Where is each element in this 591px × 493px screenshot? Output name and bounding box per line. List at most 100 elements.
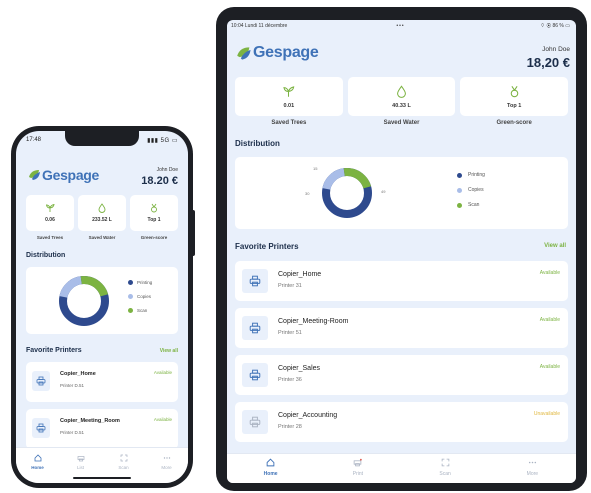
metric-card-water[interactable]: 233.52 L <box>78 195 126 231</box>
legend-label: Printing <box>468 172 485 178</box>
chart-label-printing: 49 <box>381 189 386 194</box>
tab-more[interactable]: More <box>145 448 188 483</box>
printer-name: Copier_Accounting <box>278 412 338 419</box>
tab-label: Home <box>31 465 44 470</box>
metric-labels: Saved Trees Saved Water Green-score <box>26 235 178 240</box>
printer-icon-box <box>242 269 268 293</box>
tab-label: Home <box>263 471 278 477</box>
tab-scan[interactable]: Scan <box>402 454 489 483</box>
tab-label: Scan <box>439 471 451 477</box>
printer-icon-box <box>242 410 268 434</box>
view-all-link[interactable]: View all <box>160 348 178 354</box>
phone-device: 17:48 ▮▮▮ 5G ▭ Gespage John Doe 18.20 € … <box>11 126 193 488</box>
user-balance: John Doe 18.20 € <box>141 167 178 187</box>
brand-name: Gespage <box>42 167 100 183</box>
view-all-link[interactable]: View all <box>544 243 566 249</box>
metric-value: 0.06 <box>45 217 55 223</box>
legend-dot <box>128 308 133 313</box>
metric-value: 0.01 <box>283 102 295 109</box>
printer-card[interactable]: Copier_Home Printer D.51 Available <box>26 362 178 402</box>
metric-label: Saved Water <box>88 235 116 240</box>
printer-icon <box>249 416 261 428</box>
printer-card[interactable]: Copier_Meeting_Room Printer D.51 Availab… <box>26 409 178 449</box>
metric-value: Top 1 <box>507 102 522 109</box>
printer-icon <box>36 423 46 433</box>
distribution-title: Distribution <box>26 252 66 259</box>
printer-card[interactable]: Copier_Sales Printer 36 Available <box>235 355 568 395</box>
metric-labels: Saved Trees Saved Water Green-score <box>235 120 568 126</box>
legend-label: Scan <box>137 308 148 313</box>
phone-side-button <box>192 210 195 256</box>
gespage-leaf-icon <box>237 46 251 60</box>
balance-amount: 18,20 € <box>526 55 570 70</box>
home-icon <box>34 454 41 462</box>
printer-icon-box <box>32 418 50 438</box>
printer-status: Available <box>153 417 172 422</box>
printer-icon-box <box>32 371 50 391</box>
printer-icon <box>249 369 261 381</box>
home-indicator <box>73 477 131 479</box>
tab-label: More <box>526 471 539 477</box>
printer-card[interactable]: Copier_Meeting-Room Printer 51 Available <box>235 308 568 348</box>
gespage-logo: Gespage <box>28 167 99 183</box>
legend-dot <box>457 172 462 178</box>
home-icon <box>266 458 275 467</box>
distribution-title: Distribution <box>235 139 280 148</box>
metric-card-trees[interactable]: 0.06 <box>26 195 74 231</box>
balance-amount: 18.20 € <box>141 175 178 187</box>
legend-printing: Printing <box>128 280 152 285</box>
distribution-card: Printing Copies Scan <box>26 267 178 334</box>
status-signal: ▮▮▮ 5G ▭ <box>147 138 178 144</box>
phone-screen: 17:48 ▮▮▮ 5G ▭ Gespage John Doe 18.20 € … <box>16 131 188 483</box>
metric-label: Saved Water <box>383 120 420 126</box>
sprout-icon <box>283 85 295 97</box>
printer-icon <box>77 456 84 462</box>
chart-label-scan: 15 <box>313 166 318 171</box>
metric-value: 40.33 L <box>392 102 411 109</box>
metric-label: Green-score <box>140 235 168 240</box>
water-drop-icon <box>98 203 106 213</box>
legend-copies: Copies <box>457 187 485 193</box>
status-time: 17:48 <box>26 137 42 143</box>
status-battery: ⌔ ◉ 86 % ▭ <box>540 23 570 29</box>
tab-print[interactable]: Print <box>314 454 401 483</box>
metric-card-water[interactable]: 40.33 L <box>347 77 456 116</box>
printer-id: Printer D.51 <box>60 430 85 435</box>
tab-label: Print <box>352 471 364 477</box>
printer-card[interactable]: Copier_Accounting Printer 28 Unavailable <box>235 402 568 442</box>
favorites-title: Favorite Printers <box>26 347 82 354</box>
tab-home[interactable]: Home <box>16 448 59 483</box>
gespage-logo: Gespage <box>236 44 319 62</box>
tab-more[interactable]: More <box>489 454 576 483</box>
printer-status: Available <box>539 364 560 370</box>
metric-card-score[interactable]: Top 1 <box>460 77 569 116</box>
tablet-screen: 10:04 Lundi 11 décembre ••• ⌔ ◉ 86 % ▭ G… <box>227 20 576 483</box>
tab-label: More <box>161 465 172 470</box>
printer-status: Available <box>539 270 560 276</box>
printer-card[interactable]: Copier_Home Printer 31 Available <box>235 261 568 301</box>
metric-label: Saved Trees <box>271 120 307 126</box>
tablet-tab-bar: Home Print Scan More <box>227 453 576 483</box>
scan-icon <box>441 458 449 467</box>
printer-status: Unavailable <box>533 411 560 417</box>
metric-card-score[interactable]: Top 1 <box>130 195 178 231</box>
distribution-legend: Printing Copies Scan <box>128 280 152 322</box>
distribution-card: 15 30 49 Printing Copies Scan <box>235 157 568 229</box>
printer-name: Copier_Sales <box>278 365 321 372</box>
scan-icon <box>120 454 127 462</box>
metric-card-trees[interactable]: 0.01 <box>235 77 343 116</box>
phone-notch <box>65 131 139 146</box>
gespage-leaf-icon <box>29 170 40 180</box>
printer-id: Printer 28 <box>278 424 302 430</box>
favorites-title: Favorite Printers <box>235 242 299 251</box>
tab-home[interactable]: Home <box>227 454 314 483</box>
distribution-donut-phone <box>59 276 109 326</box>
printer-name: Copier_Home <box>60 371 96 377</box>
metric-value: Top 1 <box>147 217 161 223</box>
metric-value: 233.52 L <box>92 217 112 223</box>
legend-label: Scan <box>468 202 480 208</box>
distribution-donut-tablet <box>322 168 372 218</box>
printer-id: Printer 31 <box>278 283 302 289</box>
legend-printing: Printing <box>457 172 485 178</box>
user-name: John Doe <box>156 167 178 173</box>
